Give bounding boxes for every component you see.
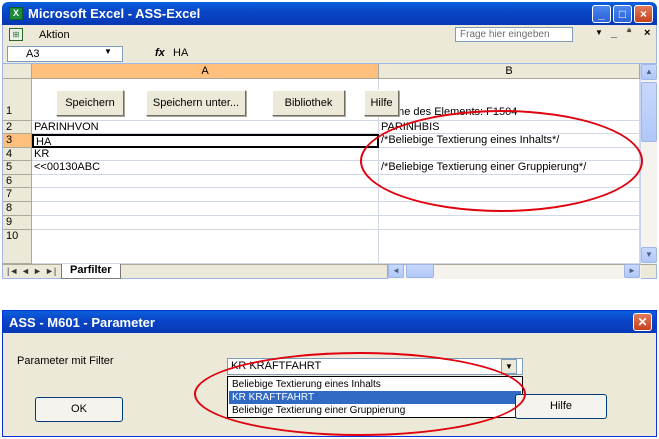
cell-a10[interactable]: [32, 230, 379, 264]
scroll-left-icon[interactable]: ◄: [388, 264, 404, 278]
formula-input[interactable]: HA: [173, 47, 188, 59]
scroll-right-icon[interactable]: ►: [624, 264, 640, 278]
function-icon[interactable]: fx: [155, 47, 165, 59]
workbook-icon[interactable]: ⊞: [9, 28, 23, 41]
cell-a5[interactable]: <<00130ABC: [32, 161, 379, 175]
sheet-tab-parfilter[interactable]: Parfilter: [61, 264, 121, 279]
minimize-button[interactable]: _: [592, 5, 611, 23]
cell-b9[interactable]: [379, 216, 640, 230]
ok-button[interactable]: OK: [35, 397, 123, 422]
select-all-corner[interactable]: [3, 64, 32, 79]
bibliothek-button[interactable]: Bibliothek: [272, 90, 345, 116]
excel-title-bar: X Microsoft Excel - ASS-Excel _ □ ×: [2, 2, 657, 25]
hilfe-button[interactable]: Hilfe: [364, 90, 399, 116]
row-header[interactable]: 7: [3, 188, 32, 202]
column-header-b[interactable]: B: [379, 64, 640, 79]
row-header[interactable]: 8: [3, 202, 32, 216]
cell-a2[interactable]: PARINHVON: [32, 121, 379, 134]
last-sheet-icon[interactable]: ►|: [45, 266, 56, 276]
highlight-ellipse: [194, 352, 526, 436]
cell-a9[interactable]: [32, 216, 379, 230]
column-header-a[interactable]: A: [32, 64, 379, 79]
cell-a4[interactable]: KR: [32, 148, 379, 161]
horizontal-scrollbar[interactable]: ◄ ►: [387, 264, 641, 279]
chevron-down-icon[interactable]: ▼: [104, 47, 112, 56]
parameter-label: Parameter mit Filter: [17, 355, 114, 367]
speichern-unter-button[interactable]: Speichern unter...: [146, 90, 246, 116]
excel-window-title: Microsoft Excel - ASS-Excel: [28, 6, 201, 21]
formula-bar: A3 ▼ fx HA: [2, 45, 657, 64]
row-header[interactable]: 9: [3, 216, 32, 230]
highlight-ellipse: [360, 110, 643, 212]
first-sheet-icon[interactable]: |◄: [7, 266, 18, 276]
help-search-input[interactable]: Frage hier eingeben: [455, 27, 573, 42]
row-header[interactable]: 2: [3, 121, 32, 134]
next-sheet-icon[interactable]: ►: [33, 266, 42, 276]
prev-sheet-icon[interactable]: ◄: [21, 266, 30, 276]
chevron-down-icon[interactable]: ▼: [595, 28, 603, 37]
menu-item-aktion[interactable]: Aktion: [39, 29, 70, 41]
mdi-restore-button[interactable]: ª: [627, 27, 631, 39]
excel-app-icon[interactable]: X: [9, 7, 23, 20]
row-header[interactable]: 6: [3, 175, 32, 188]
dialog-title: ASS - M601 - Parameter: [9, 315, 155, 330]
sheet-tab-bar: |◄ ◄ ► ►| Parfilter ◄ ►: [2, 264, 657, 279]
row-header[interactable]: 1: [3, 79, 32, 121]
scroll-down-icon[interactable]: ▼: [641, 247, 657, 263]
scroll-thumb[interactable]: [641, 82, 657, 142]
mdi-minimize-button[interactable]: _: [611, 27, 617, 39]
dialog-help-button[interactable]: Hilfe: [515, 394, 607, 419]
cell-a3-active[interactable]: HA: [32, 134, 379, 148]
close-button[interactable]: ×: [634, 5, 653, 23]
cell-b10[interactable]: [379, 230, 640, 264]
row-header[interactable]: 3: [3, 134, 32, 148]
row-header[interactable]: 5: [3, 161, 32, 175]
mdi-close-button[interactable]: ×: [644, 27, 650, 39]
chevron-down-icon[interactable]: ▼: [501, 359, 517, 374]
dialog-close-button[interactable]: ✕: [633, 313, 652, 331]
hscroll-thumb[interactable]: [406, 264, 434, 278]
maximize-button[interactable]: □: [613, 5, 632, 23]
cell-a6[interactable]: [32, 175, 379, 188]
cell-a7[interactable]: [32, 188, 379, 202]
speichern-button[interactable]: Speichern: [56, 90, 124, 116]
row-header[interactable]: 4: [3, 148, 32, 161]
row-header[interactable]: 10: [3, 230, 32, 264]
dialog-title-bar: ASS - M601 - Parameter ✕: [3, 311, 656, 333]
cell-a8[interactable]: [32, 202, 379, 216]
excel-menu-bar: ⊞ Aktion Frage hier eingeben ▼ _ ª ×: [2, 25, 657, 45]
scroll-up-icon[interactable]: ▲: [641, 64, 657, 80]
